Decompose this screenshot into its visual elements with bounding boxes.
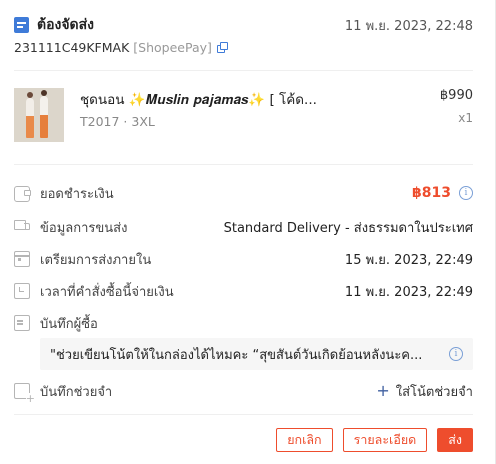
buyer-note-row: บันทึกผู้ซื้อ (14, 312, 473, 334)
note-icon (14, 315, 30, 331)
product-item[interactable]: ชุดนอน ✨𝑴𝒖𝒔𝒍𝒊𝒏 𝒑𝒂𝒋𝒂𝒎𝒂𝒔✨ [ โค้ด... T2017 … (14, 88, 473, 144)
prepare-label: เตรียมการส่งภายใน (40, 252, 152, 268)
product-price-qty: ฿990 x1 (413, 88, 473, 144)
info-icon[interactable]: i (449, 347, 463, 361)
add-memo-label: ใส่โน้ตช่วยจำ (395, 384, 473, 400)
buyer-note-text: "ช่วยเขียนโน้ตให้ในกล่องได้ไหมคะ “สุขสัน… (50, 347, 423, 363)
truck-icon (14, 220, 30, 236)
product-qty: x1 (458, 111, 473, 125)
buyer-note-label: บันทึกผู้ซื้อ (40, 316, 98, 332)
calendar-icon (14, 251, 30, 267)
order-time: 11 พ.ย. 2023, 22:48 (344, 18, 473, 34)
plus-icon: + (376, 381, 390, 400)
shipping-row: ข้อมูลการขนส่ง Standard Delivery - ส่งธร… (14, 216, 473, 238)
order-id: 231111C49KFMAK (14, 40, 130, 55)
divider (14, 414, 473, 415)
add-memo-button[interactable]: + ใส่โน้ตช่วยจำ (376, 381, 473, 402)
divider (14, 70, 473, 71)
action-buttons: ยกเลิก รายละเอียด ส่ง (276, 428, 473, 452)
memo-add-icon (14, 383, 35, 404)
payment-row: ยอดชำระเงิน ฿813 i (14, 182, 473, 204)
shipping-method: Standard Delivery - ส่งธรรมดาในประเทศ (223, 220, 473, 236)
order-id-row: 231111C49KFMAK [ShopeePay] (14, 40, 228, 55)
document-icon (14, 17, 29, 33)
clock-calendar-icon (14, 283, 30, 299)
paid-time-row: เวลาที่คำสั่งซื้อนี้จ่ายเงิน 11 พ.ย. 202… (14, 280, 473, 302)
payment-label: ยอดชำระเงิน (40, 186, 114, 202)
product-name[interactable]: ชุดนอน ✨𝑴𝒖𝒔𝒍𝒊𝒏 𝒑𝒂𝒋𝒂𝒎𝒂𝒔✨ [ โค้ด... (80, 88, 360, 110)
product-variant: T2017 · 3XL (80, 114, 155, 129)
product-price: ฿990 (439, 88, 473, 103)
order-card: ต้องจัดส่ง 11 พ.ย. 2023, 22:48 231111C49… (0, 0, 496, 464)
payment-method-tag: [ShopeePay] (133, 40, 212, 55)
wallet-icon (14, 186, 31, 202)
prepare-row: เตรียมการส่งภายใน 15 พ.ย. 2023, 22:49 (14, 248, 473, 270)
ship-button[interactable]: ส่ง (437, 428, 473, 452)
paid-time-value: 11 พ.ย. 2023, 22:49 (344, 284, 473, 300)
prepare-deadline: 15 พ.ย. 2023, 22:49 (344, 252, 473, 268)
payment-amount: ฿813 (412, 185, 451, 201)
details-button[interactable]: รายละเอียด (342, 428, 428, 452)
order-header: ต้องจัดส่ง 11 พ.ย. 2023, 22:48 (14, 14, 473, 36)
shipping-label: ข้อมูลการขนส่ง (40, 220, 128, 236)
memo-row: บันทึกช่วยจำ + ใส่โน้ตช่วยจำ (14, 380, 473, 404)
buyer-note-box: "ช่วยเขียนโน้ตให้ในกล่องได้ไหมคะ “สุขสัน… (40, 338, 473, 370)
product-info: ชุดนอน ✨𝑴𝒖𝒔𝒍𝒊𝒏 𝒑𝒂𝒋𝒂𝒎𝒂𝒔✨ [ โค้ด... T2017 … (80, 88, 413, 144)
info-icon[interactable]: i (459, 186, 473, 200)
divider (14, 164, 473, 165)
paid-time-label: เวลาที่คำสั่งซื้อนี้จ่ายเงิน (40, 284, 174, 300)
memo-label: บันทึกช่วยจำ (40, 384, 113, 400)
order-status: ต้องจัดส่ง (37, 17, 95, 33)
copy-icon[interactable] (216, 42, 228, 53)
product-thumbnail[interactable] (14, 88, 64, 142)
cancel-button[interactable]: ยกเลิก (276, 428, 333, 452)
